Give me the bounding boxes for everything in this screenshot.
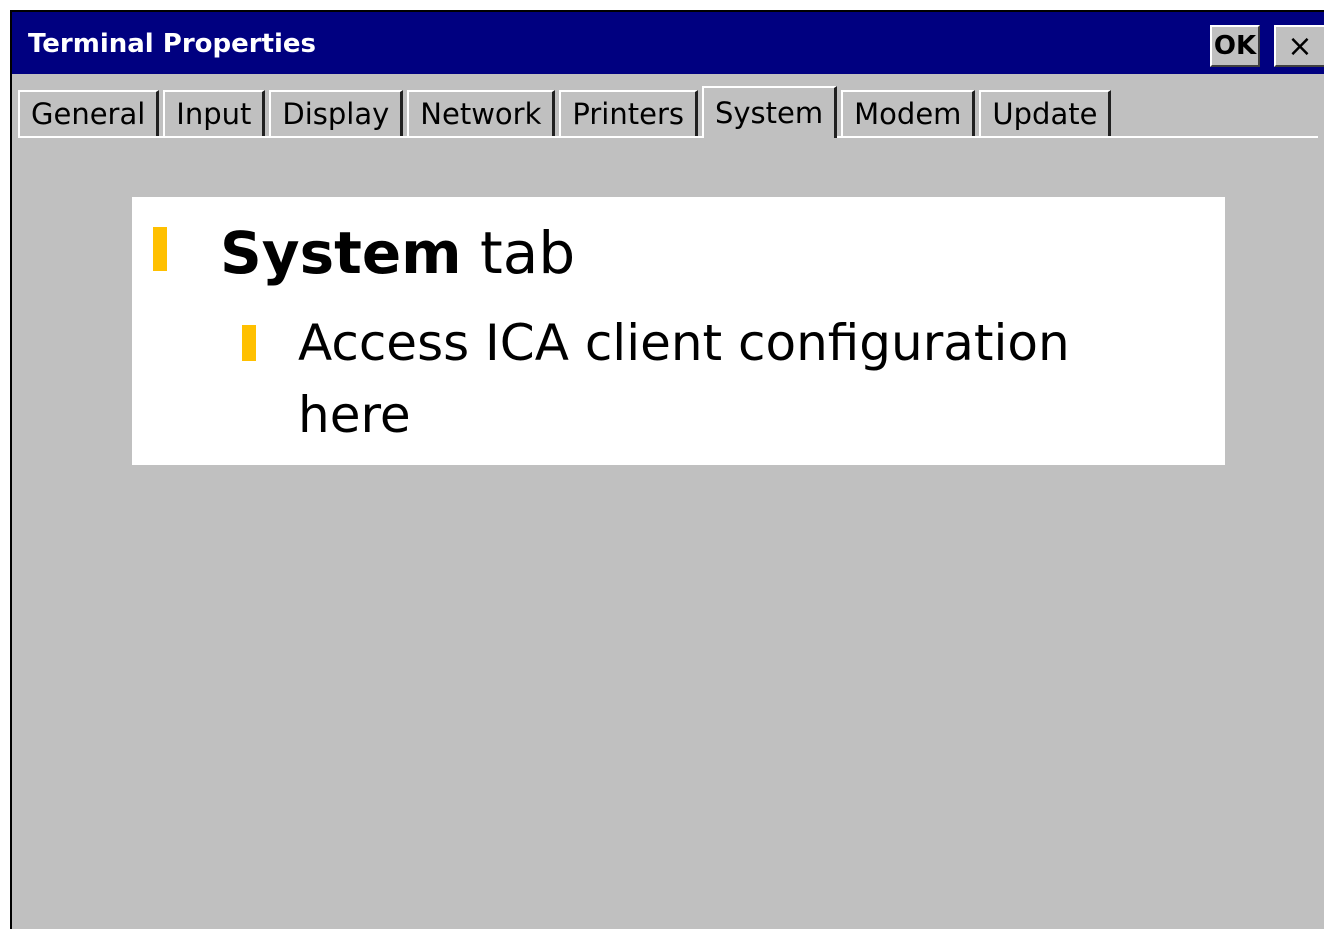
title-bar: Terminal Properties OK × <box>12 12 1324 74</box>
close-button[interactable]: × <box>1274 25 1324 67</box>
tab-update[interactable]: Update <box>979 90 1112 136</box>
callout-heading-rest: tab <box>461 219 576 287</box>
slide-callout: System tab Access ICA client configurati… <box>132 197 1225 465</box>
tab-bar: General Input Display Network Printers S… <box>18 84 1115 138</box>
ok-button[interactable]: OK <box>1210 25 1260 67</box>
close-icon: × <box>1287 28 1313 64</box>
tab-general[interactable]: General <box>18 90 160 136</box>
tab-printers[interactable]: Printers <box>559 90 698 136</box>
callout-heading-bold: System <box>220 219 462 287</box>
callout-sub-text: Access ICA client configuration here <box>298 314 1070 444</box>
callout-heading: System tab <box>220 213 575 293</box>
bullet-icon <box>153 227 167 271</box>
tab-divider <box>18 136 1318 138</box>
window-title: Terminal Properties <box>28 29 317 59</box>
tab-system[interactable]: System <box>701 86 838 138</box>
tab-network[interactable]: Network <box>407 90 556 136</box>
tab-modem[interactable]: Modem <box>841 90 976 136</box>
sub-bullet-icon <box>242 325 256 361</box>
tab-input[interactable]: Input <box>163 90 266 136</box>
terminal-properties-window: Terminal Properties OK × General Input D… <box>10 10 1324 929</box>
tab-display[interactable]: Display <box>269 90 404 136</box>
